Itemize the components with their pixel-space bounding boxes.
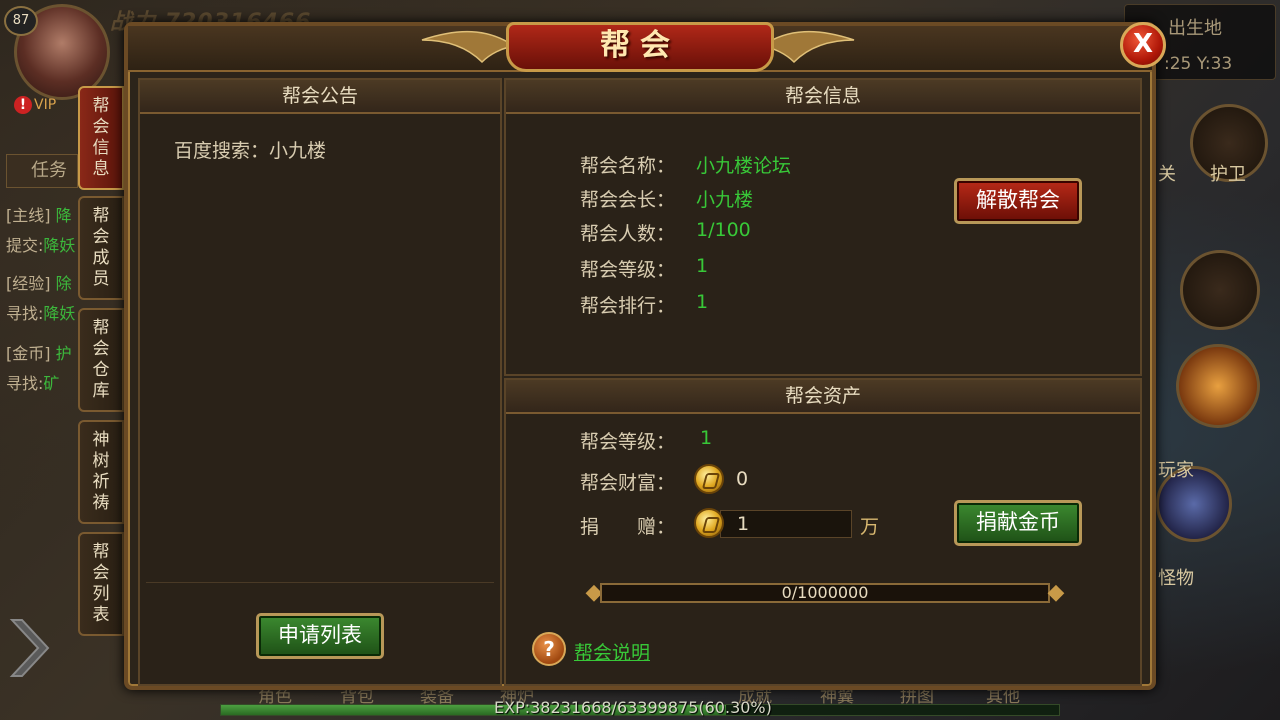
task-line[interactable]: [金币] 护: [6, 340, 72, 364]
tab-guild-info[interactable]: 帮会信息: [78, 86, 124, 190]
asset-level-value: 1: [700, 427, 713, 449]
help-icon[interactable]: ?: [532, 632, 566, 666]
player-coordinates: :25 Y:33: [1164, 54, 1233, 74]
info-label: 帮会会长：: [580, 189, 676, 211]
guild-level-value: 1: [696, 255, 709, 277]
progress-text: 0/1000000: [781, 583, 869, 602]
donate-amount-input[interactable]: 1: [720, 510, 852, 538]
tab-sacred-tree[interactable]: 神树祈祷: [78, 420, 124, 524]
info-label: 帮会排行：: [580, 295, 676, 317]
asset-label: 帮会财富：: [580, 472, 676, 494]
gold-coin-icon: [694, 508, 724, 538]
apply-list-button[interactable]: 申请列表: [256, 613, 384, 659]
gold-coin-icon: [694, 464, 724, 494]
info-label: 帮会人数：: [580, 223, 676, 245]
task-line[interactable]: 寻找:降妖: [6, 300, 75, 324]
guild-rank-value: 1: [696, 291, 709, 313]
member-count-value: 1/100: [696, 219, 751, 241]
asset-label: 捐 赠：: [580, 516, 676, 538]
task-line[interactable]: 寻找:矿: [6, 370, 59, 394]
notice-header: 帮会公告: [140, 80, 500, 114]
vip-indicator[interactable]: ! VIP: [14, 96, 56, 114]
asset-label: 帮会等级：: [580, 431, 676, 453]
right-label: 玩家: [1158, 460, 1194, 481]
guild-exp-progress: ◆ ◆ 0/1000000: [580, 580, 1070, 606]
title-plate: 帮会: [506, 22, 774, 72]
exp-text: EXP:38231668/63399875(60.30%): [494, 698, 772, 717]
tab-guild-warehouse[interactable]: 帮会仓库: [78, 308, 124, 412]
vip-label: VIP: [34, 97, 57, 113]
info-label: 帮会等级：: [580, 259, 676, 281]
task-line[interactable]: 提交:降妖: [6, 232, 75, 256]
close-button[interactable]: X: [1120, 22, 1166, 68]
right-label: 关: [1158, 164, 1176, 185]
donate-gold-button[interactable]: 捐献金币: [954, 500, 1082, 546]
dialog-title: 帮会: [600, 28, 680, 63]
notice-text: 百度搜索：小九楼: [174, 140, 327, 162]
title-ornament-left: [421, 30, 514, 64]
guild-help-link[interactable]: 帮会说明: [574, 638, 650, 665]
expand-arrow-icon[interactable]: [8, 616, 54, 680]
info-label: 帮会名称：: [580, 155, 676, 177]
task-tab[interactable]: 任务: [6, 154, 78, 188]
guild-leader-value: 小九楼: [696, 189, 754, 211]
disband-guild-button[interactable]: 解散帮会: [954, 178, 1082, 224]
donate-unit: 万: [860, 516, 880, 538]
assets-header: 帮会资产: [506, 380, 1140, 414]
map-name: 出生地: [1168, 18, 1222, 39]
right-label: 护卫: [1210, 164, 1246, 185]
skill-slot-icon[interactable]: [1180, 250, 1260, 330]
task-line[interactable]: [主线] 降: [6, 202, 72, 226]
info-header: 帮会信息: [506, 80, 1140, 114]
alert-icon: !: [14, 96, 32, 114]
title-ornament-right: [762, 30, 855, 64]
guild-name-value: 小九楼论坛: [696, 155, 792, 177]
notice-divider: [146, 582, 494, 583]
attack-skill-icon[interactable]: [1176, 344, 1260, 428]
guild-wealth-value: 0: [736, 468, 749, 490]
task-line[interactable]: [经验] 除: [6, 270, 72, 294]
player-level: 87: [4, 6, 38, 36]
notice-panel: 帮会公告 百度搜索：小九楼: [138, 78, 502, 686]
tab-guild-members[interactable]: 帮会成员: [78, 196, 124, 300]
tab-guild-list[interactable]: 帮会列表: [78, 532, 124, 636]
right-label: 怪物: [1158, 568, 1194, 589]
